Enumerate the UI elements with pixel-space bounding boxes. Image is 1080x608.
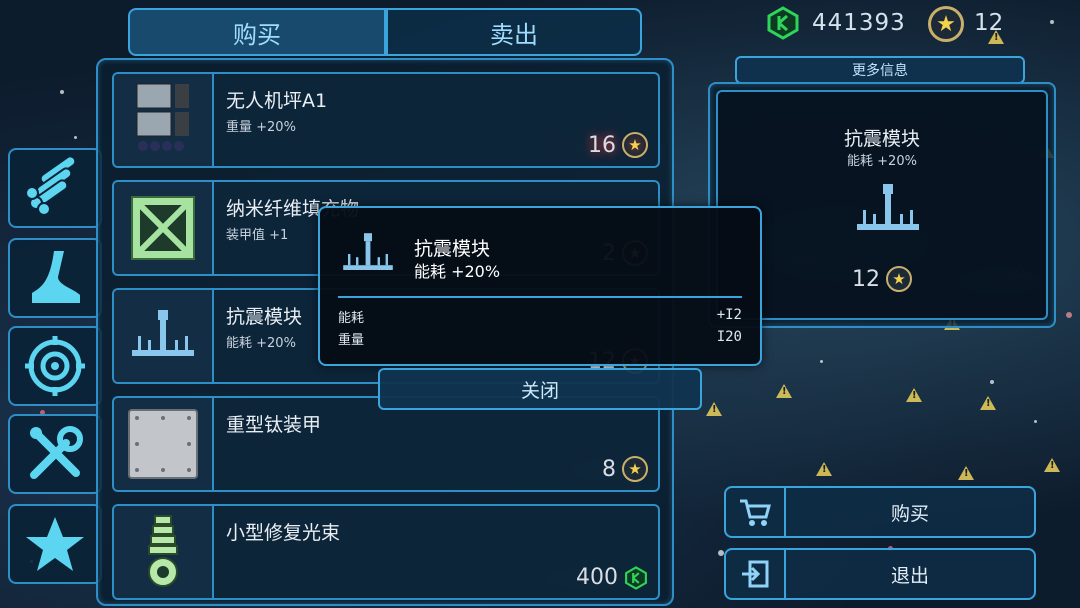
stat-label: 重量 (338, 333, 365, 348)
category-tools[interactable] (8, 414, 102, 494)
list-item[interactable]: 无人机坪A1 重量 +20% 16 ★ (112, 72, 660, 168)
tools-icon (30, 426, 83, 479)
item-detail-inner: 抗震模块 能耗 +20% 12 ★ (716, 90, 1048, 320)
pipes-icon (25, 157, 77, 216)
item-price: 16 ★ (548, 132, 648, 162)
list-item[interactable]: 重型钛装甲 8 ★ (112, 396, 660, 492)
item-stat: 重量 +20% (226, 120, 296, 135)
popup-stat-row: 能耗 +I2 (338, 307, 742, 326)
titanium-armor-thumbnail (114, 398, 214, 490)
shock-module-icon (857, 184, 919, 230)
star-icon (26, 517, 84, 571)
more-info-label: 更多信息 (852, 63, 908, 79)
repair-beam-thumbnail (114, 506, 214, 598)
detail-price-value: 12 (852, 266, 880, 292)
tab-buy-label: 购买 (233, 20, 281, 49)
drone-pad-thumbnail (114, 74, 214, 166)
target-icon (25, 336, 85, 396)
item-price: 8 ★ (558, 456, 648, 486)
popup-item-stat: 能耗 +20% (414, 262, 501, 281)
item-name: 无人机坪A1 (226, 90, 328, 112)
star-coin-icon: ★ (928, 6, 964, 42)
item-stat: 能耗 +20% (226, 336, 296, 351)
gem-count: 441393 (812, 10, 906, 36)
item-price: 400 (528, 564, 648, 594)
gem-icon (767, 6, 799, 40)
popup-stat-row: 重量 I20 (338, 329, 742, 348)
exit-button[interactable]: 退出 (724, 548, 1036, 600)
nanofiber-thumbnail (114, 182, 214, 274)
list-item[interactable]: 小型修复光束 400 (112, 504, 660, 600)
item-name: 抗震模块 (226, 306, 303, 328)
category-special[interactable] (8, 504, 102, 584)
exit-icon (726, 550, 786, 598)
currency-bar: 441393 ★ 12 (738, 4, 1058, 44)
tab-sell[interactable]: 卖出 (386, 8, 642, 56)
item-name: 小型修复光束 (226, 522, 341, 544)
close-button[interactable]: 关闭 (378, 368, 702, 410)
price-value: 400 (576, 565, 618, 590)
price-value: 16 (588, 132, 616, 158)
stat-label: 能耗 (338, 311, 365, 326)
shock-module-thumbnail (114, 290, 214, 382)
star-coin-icon: ★ (886, 266, 912, 292)
close-label: 关闭 (520, 379, 559, 402)
divider (338, 296, 742, 298)
item-name: 重型钛装甲 (226, 414, 322, 436)
exit-label: 退出 (890, 564, 929, 587)
detail-price: 12 ★ (718, 266, 1046, 296)
detail-item-stat: 能耗 +20% (847, 154, 917, 169)
category-weapons[interactable] (8, 326, 102, 406)
stat-value: +I2 (716, 307, 742, 323)
buy-button[interactable]: 购买 (724, 486, 1036, 538)
item-stat: 装甲值 +1 (226, 228, 289, 243)
star-coin-icon: ★ (622, 132, 648, 158)
star-count: 12 (974, 10, 1004, 36)
tab-sell-label: 卖出 (490, 20, 538, 49)
stat-value: I20 (716, 329, 742, 345)
tab-buy[interactable]: 购买 (128, 8, 386, 56)
buy-label: 购买 (890, 502, 929, 525)
price-value: 8 (602, 456, 616, 482)
boot-icon (32, 251, 80, 303)
star-coin-icon: ★ (622, 456, 648, 482)
category-pipes[interactable] (8, 148, 102, 228)
category-legs[interactable] (8, 238, 102, 318)
shock-module-icon (343, 233, 393, 270)
item-info-popup: 抗震模块 能耗 +20% 能耗 +I2 重量 I20 (318, 206, 762, 366)
detail-item-name: 抗震模块 (843, 128, 920, 150)
popup-item-name: 抗震模块 (414, 238, 491, 260)
more-info-button[interactable]: 更多信息 (735, 56, 1025, 84)
gem-icon (625, 565, 647, 590)
cart-icon (726, 488, 786, 536)
